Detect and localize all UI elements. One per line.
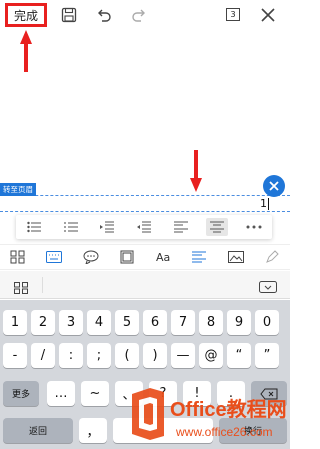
page-count-icon[interactable]: 3 xyxy=(226,8,240,21)
header-bottom-boundary xyxy=(0,211,290,212)
watermark-url: www.office26.com xyxy=(175,425,273,439)
pen-icon[interactable] xyxy=(261,247,283,267)
key-close-paren[interactable]: ) xyxy=(143,343,167,368)
key-1[interactable]: 1 xyxy=(3,310,27,335)
key-dash[interactable]: - xyxy=(3,343,27,368)
page-number-field[interactable]: 1 xyxy=(260,197,267,210)
back-key[interactable]: 返回 xyxy=(3,418,73,443)
key-3[interactable]: 3 xyxy=(59,310,83,335)
key-2[interactable]: 2 xyxy=(31,310,55,335)
done-label: 完成 xyxy=(13,8,38,23)
text-caret xyxy=(268,198,269,210)
key-slash[interactable]: / xyxy=(31,343,55,368)
page-count-value: 3 xyxy=(230,10,236,19)
align-center-icon[interactable] xyxy=(206,218,229,236)
close-x-icon xyxy=(269,181,279,191)
done-button[interactable]: 完成 xyxy=(5,3,47,27)
tool-tabs: Aa xyxy=(0,244,290,270)
key-ellipsis[interactable]: … xyxy=(47,381,75,406)
goto-header-label: 转至页眉 xyxy=(3,185,33,194)
top-toolbar: 完成 3 xyxy=(0,0,290,30)
paragraph-format-bar xyxy=(16,215,272,239)
key-5[interactable]: 5 xyxy=(115,310,139,335)
key-9[interactable]: 9 xyxy=(227,310,251,335)
increase-indent-icon[interactable] xyxy=(96,218,118,236)
align-left-icon[interactable] xyxy=(170,218,192,236)
goto-header-tab[interactable]: 转至页眉 xyxy=(0,183,36,196)
key-semicolon[interactable]: ; xyxy=(87,343,111,368)
bullet-list-icon[interactable] xyxy=(23,218,45,236)
key-at[interactable]: @ xyxy=(199,343,223,368)
numbered-list-icon[interactable] xyxy=(60,218,82,236)
hide-keyboard-icon[interactable] xyxy=(259,278,277,297)
office-watermark-logo: Office教程网 www.office26.com xyxy=(132,388,287,440)
wps-editor-screen: 完成 3 转至页眉 1 Aa 1 2 3 4 5 6 7 8 9 0 - /:… xyxy=(0,0,290,449)
header-top-boundary xyxy=(0,195,290,196)
key-open-quote[interactable]: “ xyxy=(227,343,251,368)
key-0[interactable]: 0 xyxy=(255,310,279,335)
key-close-quote[interactable]: ” xyxy=(255,343,279,368)
apps-grid-icon[interactable] xyxy=(7,247,29,267)
close-icon[interactable] xyxy=(258,5,278,25)
key-7[interactable]: 7 xyxy=(171,310,195,335)
undo-icon[interactable] xyxy=(94,5,114,25)
more-options-icon[interactable] xyxy=(243,218,265,236)
key-4[interactable]: 4 xyxy=(87,310,111,335)
key-tilde[interactable]: ~ xyxy=(81,381,109,406)
keyboard-toolbar xyxy=(0,271,290,299)
image-icon[interactable] xyxy=(225,247,247,267)
redo-icon[interactable] xyxy=(129,5,149,25)
decrease-indent-icon[interactable] xyxy=(133,218,155,236)
key-emdash[interactable]: — xyxy=(171,343,195,368)
close-header-button[interactable] xyxy=(263,175,285,197)
annotation-arrow-down-icon xyxy=(190,150,202,192)
annotation-arrow-up-icon xyxy=(20,30,32,72)
key-8[interactable]: 8 xyxy=(199,310,223,335)
watermark-brand: Office教程网 xyxy=(170,397,287,421)
font-style-icon[interactable]: Aa xyxy=(152,247,174,267)
paragraph-icon[interactable] xyxy=(188,247,210,267)
voice-chat-icon[interactable] xyxy=(80,247,102,267)
frame-icon[interactable] xyxy=(116,247,138,267)
save-icon[interactable] xyxy=(59,5,79,25)
keyboard-icon[interactable] xyxy=(43,247,65,267)
key-comma[interactable]: ， xyxy=(79,418,107,443)
keyboard-menu-icon[interactable] xyxy=(14,279,28,298)
key-6[interactable]: 6 xyxy=(143,310,167,335)
more-symbols-key[interactable]: 更多 xyxy=(3,381,39,406)
key-open-paren[interactable]: ( xyxy=(115,343,139,368)
key-colon[interactable]: : xyxy=(59,343,83,368)
